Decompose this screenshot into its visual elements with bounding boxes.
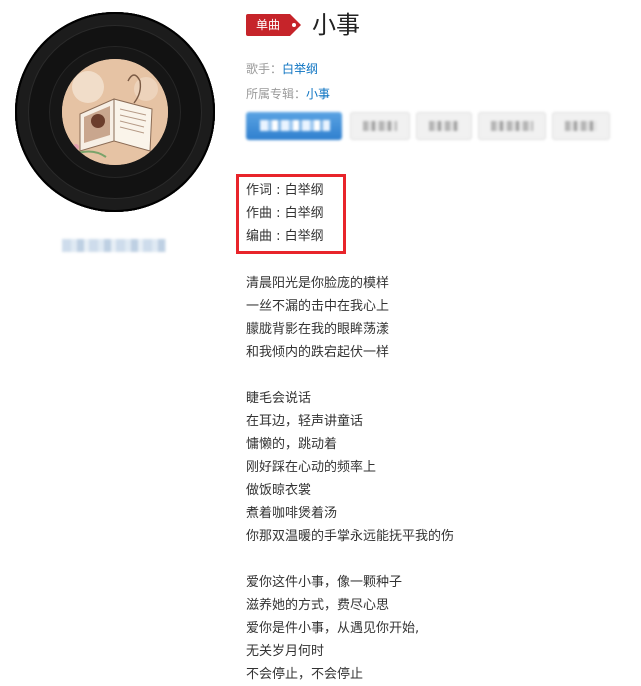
lyric-line: 煮着咖啡煲着汤 xyxy=(246,506,338,521)
album-link[interactable]: 小事 xyxy=(306,87,330,101)
album-row: 所属专辑：小事 xyxy=(246,86,330,102)
credit-lyricist: 作词 : 白举纲 xyxy=(246,182,324,200)
credit-label: 作曲 : xyxy=(246,206,285,221)
single-badge-label: 单曲 xyxy=(246,14,290,36)
cover-illustration xyxy=(62,59,168,165)
credit-value: 白举纲 xyxy=(284,206,324,221)
lyric-line: 刚好踩在心动的频率上 xyxy=(246,460,377,475)
lyric-line: 清晨阳光是你脸庞的模样 xyxy=(246,276,390,291)
action-buttons xyxy=(246,112,616,140)
credit-label: 作词 : xyxy=(246,183,285,198)
blurred-label xyxy=(260,120,330,131)
credit-arranger: 编曲 : 白举纲 xyxy=(246,228,324,246)
credit-composer: 作曲 : 白举纲 xyxy=(246,205,324,223)
album-cover xyxy=(62,59,168,165)
lyric-line: 无关岁月何时 xyxy=(246,644,325,659)
album-disc[interactable] xyxy=(15,12,215,212)
singer-label: 歌手： xyxy=(246,62,283,76)
lyrics: 清晨阳光是你脸庞的模样 一丝不漏的击中在我心上 朦胧背影在我的眼眸荡漾 和我倾内… xyxy=(246,272,626,686)
download-button[interactable] xyxy=(478,112,546,140)
lyric-line: 慵懒的，跳动着 xyxy=(246,437,338,452)
lyric-line: 睫毛会说话 xyxy=(246,391,312,406)
album-label: 所属专辑： xyxy=(246,87,307,101)
dot-icon xyxy=(292,23,296,27)
song-title: 小事 xyxy=(312,11,360,39)
comment-button[interactable] xyxy=(552,112,610,140)
lyric-line: 滋养她的方式，费尽心思 xyxy=(246,598,390,613)
blurred-label xyxy=(363,121,397,131)
credit-value: 白举纲 xyxy=(284,229,324,244)
credit-value: 白举纲 xyxy=(284,183,324,198)
lyric-line: 一丝不漏的击中在我心上 xyxy=(246,299,390,314)
lyric-line: 做饭晾衣裳 xyxy=(246,483,312,498)
blurred-label xyxy=(565,121,597,131)
collect-button[interactable] xyxy=(350,112,410,140)
singer-row: 歌手：白举纲 xyxy=(246,61,318,77)
single-badge: 单曲 xyxy=(246,14,302,36)
lyric-line: 爱你是件小事，从遇见你开始, xyxy=(246,621,420,636)
lyric-line: 你那双温暖的手掌永远能抚平我的伤 xyxy=(246,529,455,544)
blurred-text xyxy=(62,239,166,252)
blurred-label xyxy=(429,121,459,131)
lyric-gap xyxy=(246,548,626,571)
play-button[interactable] xyxy=(246,112,342,140)
share-button[interactable] xyxy=(416,112,472,140)
singer-link[interactable]: 白举纲 xyxy=(282,62,318,76)
lyric-line: 爱你这件小事，像一颗种子 xyxy=(246,575,403,590)
lyric-gap xyxy=(246,364,626,387)
lyric-line: 和我倾内的跌宕起伏一样 xyxy=(246,345,390,360)
blurred-label xyxy=(491,121,533,131)
credit-label: 编曲 : xyxy=(246,229,285,244)
lyric-line: 朦胧背影在我的眼眸荡漾 xyxy=(246,322,390,337)
lyric-line: 在耳边，轻声讲童话 xyxy=(246,414,364,429)
